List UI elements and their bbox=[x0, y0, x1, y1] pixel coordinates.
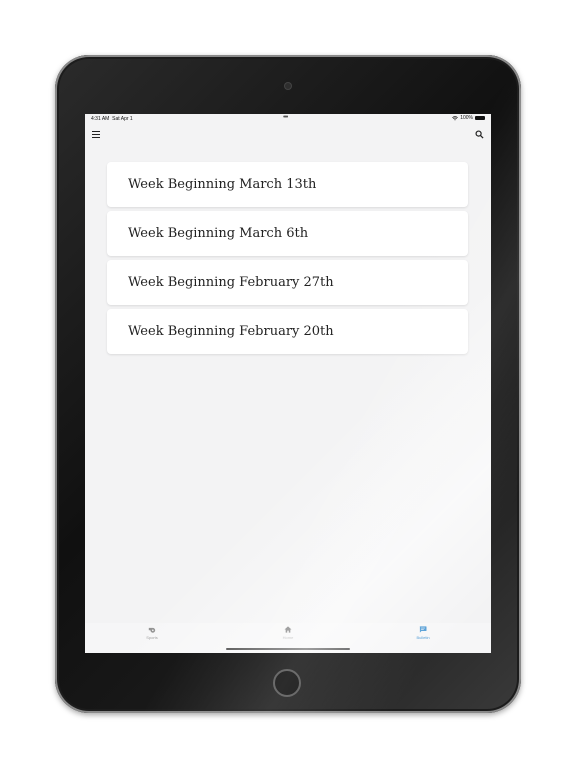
tab-home[interactable]: Home bbox=[258, 626, 318, 646]
status-clock: 4:31 AM bbox=[91, 116, 110, 122]
multitasking-dots[interactable]: ••• bbox=[283, 114, 288, 121]
home-icon bbox=[284, 626, 292, 633]
tab-sports-label: Sports bbox=[146, 635, 158, 640]
status-time: 4:31 AM Sat Apr 1 bbox=[91, 116, 133, 122]
list-item[interactable]: Week Beginning February 27th bbox=[107, 260, 468, 305]
list-item[interactable]: Week Beginning February 20th bbox=[107, 309, 468, 354]
list-item-label: Week Beginning March 6th bbox=[128, 226, 309, 241]
battery-icon bbox=[475, 116, 485, 120]
front-camera bbox=[285, 83, 291, 89]
list-item-label: Week Beginning February 20th bbox=[128, 324, 334, 339]
bulletin-list: Week Beginning March 13th Week Beginning… bbox=[107, 162, 468, 358]
hardware-home-button[interactable] bbox=[273, 669, 301, 697]
list-item[interactable]: Week Beginning March 6th bbox=[107, 211, 468, 256]
chat-bubble-icon bbox=[419, 626, 427, 633]
page: 4:31 AM Sat Apr 1 ••• 100% Week Beginnin… bbox=[0, 0, 576, 768]
tab-sports[interactable]: Sports bbox=[122, 626, 182, 646]
search-icon[interactable] bbox=[475, 130, 484, 139]
list-item-label: Week Beginning March 13th bbox=[128, 177, 317, 192]
list-item[interactable]: Week Beginning March 13th bbox=[107, 162, 468, 207]
status-date: Sat Apr 1 bbox=[112, 116, 133, 122]
wifi-icon bbox=[452, 115, 459, 120]
status-bar: 4:31 AM Sat Apr 1 ••• 100% bbox=[85, 114, 491, 123]
tab-home-label: Home bbox=[282, 635, 294, 640]
list-item-label: Week Beginning February 27th bbox=[128, 275, 334, 290]
battery-level bbox=[476, 117, 484, 119]
tab-bulletin-label: Bulletin bbox=[416, 635, 430, 640]
ipad-frame: 4:31 AM Sat Apr 1 ••• 100% Week Beginnin… bbox=[55, 55, 521, 713]
app-screen: 4:31 AM Sat Apr 1 ••• 100% Week Beginnin… bbox=[85, 114, 491, 653]
status-indicators: 100% bbox=[452, 115, 485, 121]
tab-bulletin[interactable]: Bulletin bbox=[393, 626, 453, 646]
battery-percent: 100% bbox=[460, 115, 473, 121]
hamburger-menu-icon[interactable] bbox=[92, 131, 100, 138]
home-indicator[interactable] bbox=[226, 648, 350, 650]
whistle-icon bbox=[148, 627, 156, 633]
